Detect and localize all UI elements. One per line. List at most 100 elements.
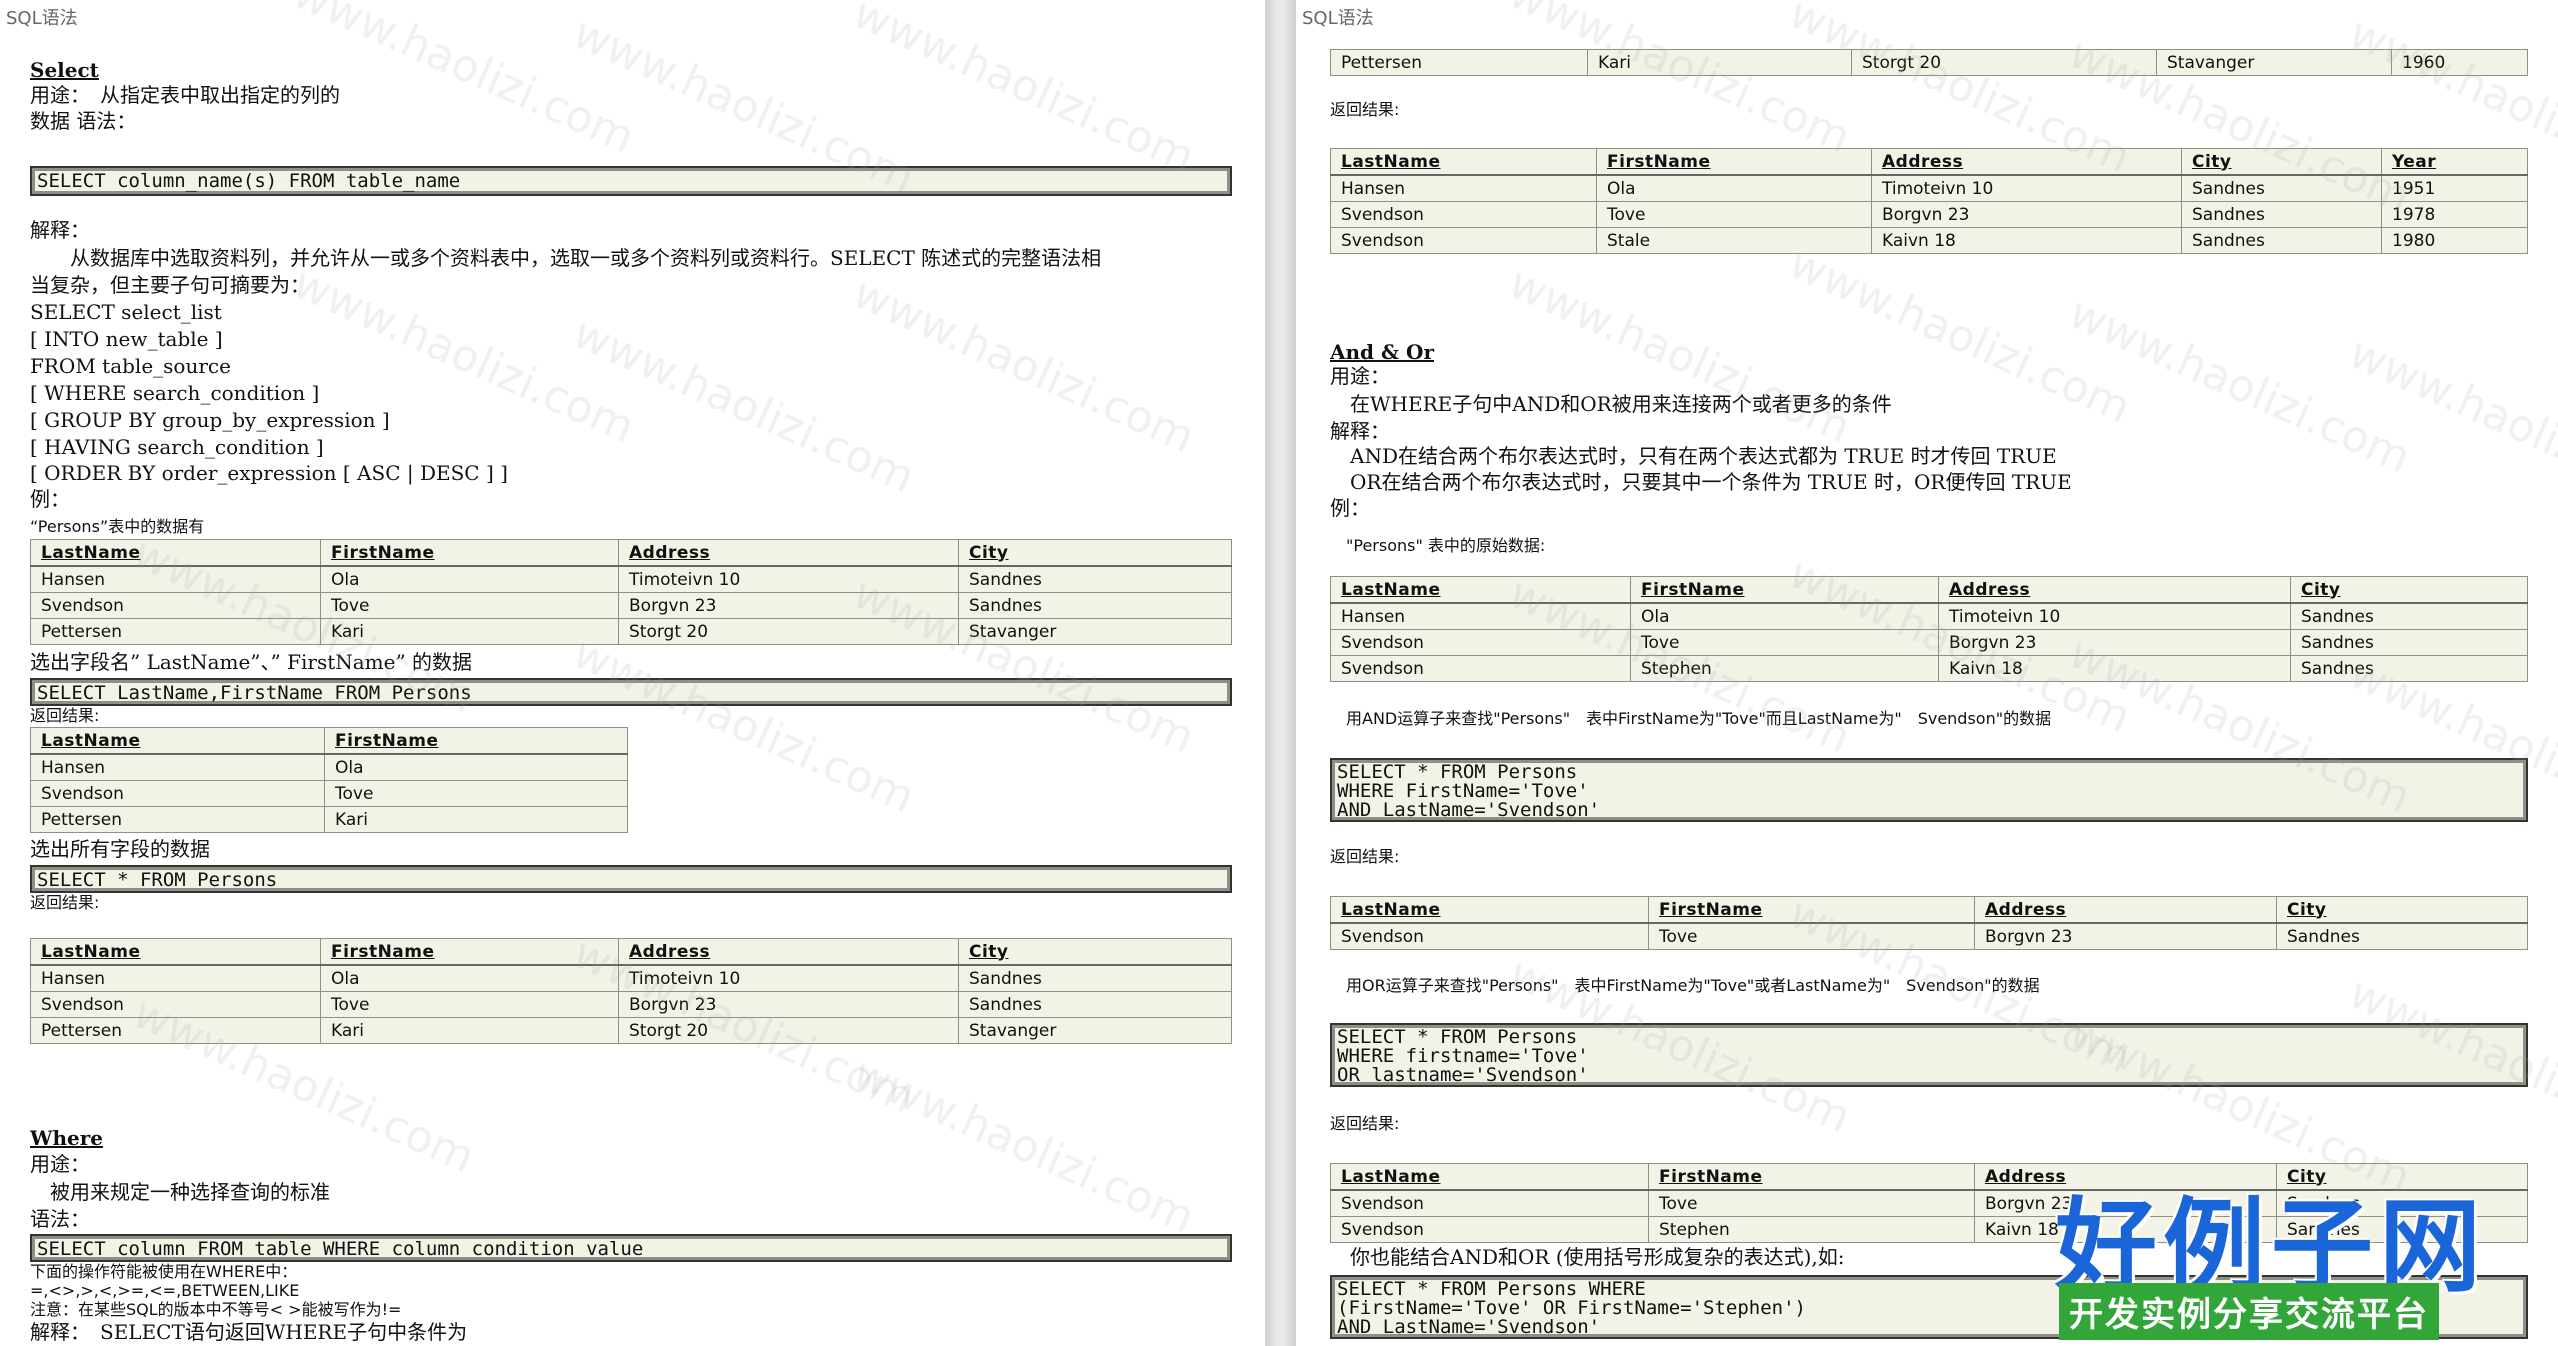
syntax-line: [ INTO new_table ] xyxy=(30,327,223,351)
column-header: Address xyxy=(1871,148,2182,176)
select-syntax-label: 数据 语法： xyxy=(30,109,137,133)
table-cell: Storgt 20 xyxy=(1851,49,2157,76)
column-header: City xyxy=(2181,148,2382,176)
table-header-row: LastName FirstName Address City xyxy=(30,539,1232,567)
column-header: LastName xyxy=(30,938,321,966)
and-or-explain-2: OR在结合两个布尔表达式时，只要其中一个条件为 TRUE 时，OR便传回 TRU… xyxy=(1330,470,2072,494)
right-document-page: SQL语法 Pettersen Kari Storgt 20 Stavanger… xyxy=(1296,0,2558,1346)
return-label: 返回结果: xyxy=(1330,100,1400,119)
code-select-all: SELECT * FROM Persons xyxy=(30,865,1232,893)
table-cell: Ola xyxy=(320,964,619,992)
return-label: 返回结果: xyxy=(30,706,100,725)
table-row: Hansen Ola Timoteivn 10 Sandnes 1951 xyxy=(1330,174,2528,202)
syntax-line: [ ORDER BY order_expression [ ASC | DESC… xyxy=(30,461,508,485)
and-result-table: LastName FirstName Address City Svendson… xyxy=(1330,896,2528,950)
table-header-row: LastName FirstName Address City Year xyxy=(1330,148,2528,176)
watermark: www.haolizi.com xyxy=(1501,0,1858,164)
table-row: Svendson Stale Kaivn 18 Sandnes 1980 xyxy=(1330,227,2528,254)
table-header-row: LastName FirstName Address City xyxy=(1330,576,2528,604)
syntax-line: SELECT select_list xyxy=(30,300,222,324)
table-row: Svendson Stephen Kaivn 18 Sandnes xyxy=(1330,655,2528,682)
where-usage-text: 被用来规定一种选择查询的标准 xyxy=(30,1180,330,1204)
table-cell: Stavanger xyxy=(958,1017,1232,1044)
where-syntax-label: 语法： xyxy=(30,1207,90,1231)
brand-watermark-logo: 好例子网 开发实例分享交流平台 xyxy=(2055,1165,2481,1346)
brand-subtitle: 开发实例分享交流平台 xyxy=(2059,1283,2439,1340)
table-cell: Tove xyxy=(1648,922,1975,950)
table-row: Svendson Tove Borgvn 23 Sandnes xyxy=(1330,922,2528,950)
watermark: www.haolizi.com xyxy=(2341,327,2558,524)
where-explain: 解释： SELECT语句返回WHERE子句中条件为 xyxy=(30,1320,468,1344)
table-cell: 1960 xyxy=(2391,49,2528,76)
where-usage-label: 用途： xyxy=(30,1152,90,1176)
watermark: www.haolizi.com xyxy=(845,0,1202,184)
table-cell: 1951 xyxy=(2381,174,2528,202)
table-cell: Sandnes xyxy=(2290,629,2528,656)
table-row: Pettersen Kari Storgt 20 Stavanger xyxy=(30,1017,1232,1044)
column-header: LastName xyxy=(1330,896,1649,924)
table-cell: Pettersen xyxy=(30,1017,321,1044)
table-cell: Kari xyxy=(324,806,628,833)
syntax-line: [ HAVING search_condition ] xyxy=(30,435,324,459)
select-fields-caption: 选出字段名” LastName”、” FirstName” 的数据 xyxy=(30,650,473,674)
table-row: Hansen Ola xyxy=(30,753,628,781)
table-cell: Svendson xyxy=(30,780,325,807)
column-header: LastName xyxy=(30,539,321,567)
table-cell: Kari xyxy=(320,618,619,645)
table-cell: Ola xyxy=(324,753,628,781)
table-cell: Stavanger xyxy=(958,618,1232,645)
table-cell: Storgt 20 xyxy=(618,1017,959,1044)
table-cell: Sandnes xyxy=(2181,201,2382,228)
column-header: Address xyxy=(618,539,959,567)
table-cell: Borgvn 23 xyxy=(1938,629,2291,656)
column-header: FirstName xyxy=(1596,148,1872,176)
table-cell: Svendson xyxy=(1330,655,1631,682)
and-or-usage-text: 在WHERE子句中AND和OR被用来连接两个或者更多的条件 xyxy=(1330,392,1892,416)
column-header: City xyxy=(958,539,1232,567)
syntax-line: [ GROUP BY group_by_expression ] xyxy=(30,408,390,432)
explain-line-2: 当复杂，但主要子句可摘要为： xyxy=(30,273,310,297)
combine-caption: 你也能结合AND和OR (使用括号形成复杂的表达式),如: xyxy=(1330,1245,1845,1269)
and-query-caption: 用AND运算子来查找"Persons" 表中FirstName为"Tove"而且… xyxy=(1330,709,2052,728)
table-cell: Borgvn 23 xyxy=(1871,201,2182,228)
top-continuation-table: Pettersen Kari Storgt 20 Stavanger 1960 xyxy=(1330,49,2528,76)
table-cell: Ola xyxy=(1630,602,1939,630)
table-cell: Kaivn 18 xyxy=(1938,655,2291,682)
table-cell: Tove xyxy=(1648,1189,1975,1217)
table-cell: Svendson xyxy=(1330,1189,1649,1217)
operators-line-2: =,<>,>,<,>=,<=,BETWEEN,LIKE xyxy=(30,1281,300,1300)
or-query-caption: 用OR运算子来查找"Persons" 表中FirstName为"Tove"或者L… xyxy=(1330,976,2040,995)
table-cell: 1978 xyxy=(2381,201,2528,228)
table-row: Svendson Tove Borgvn 23 Sandnes xyxy=(1330,629,2528,656)
code-and-query: SELECT * FROM Persons WHERE FirstName='T… xyxy=(1330,758,2528,822)
return-label: 返回结果: xyxy=(30,893,100,912)
table-row: Svendson Tove Borgvn 23 Sandnes 1978 xyxy=(1330,201,2528,228)
table-cell: Stephen xyxy=(1648,1216,1975,1243)
column-header: FirstName xyxy=(1648,1163,1975,1191)
table-cell: Svendson xyxy=(1330,227,1597,254)
table-cell: Pettersen xyxy=(30,806,325,833)
table-cell: Hansen xyxy=(1330,602,1631,630)
table-cell: Stavanger xyxy=(2156,49,2392,76)
persons-original-caption: "Persons" 表中的原始数据: xyxy=(1330,536,1546,555)
column-header: FirstName xyxy=(320,938,619,966)
table-cell: Borgvn 23 xyxy=(618,991,959,1018)
table-cell: Tove xyxy=(324,780,628,807)
all-fields-result-table: LastName FirstName Address City Hansen O… xyxy=(30,938,1232,1044)
table-cell: Sandnes xyxy=(2290,602,2528,630)
and-or-usage-label: 用途： xyxy=(1330,364,1390,388)
persons-original-table: LastName FirstName Address City Hansen O… xyxy=(1330,576,2528,682)
table-row: Hansen Ola Timoteivn 10 Sandnes xyxy=(30,565,1232,593)
table-cell: Tove xyxy=(1596,201,1872,228)
table-cell: Sandnes xyxy=(958,592,1232,619)
table-cell: Pettersen xyxy=(1330,49,1588,76)
table-cell: Sandnes xyxy=(2181,174,2382,202)
table-cell: Pettersen xyxy=(30,618,321,645)
table-cell: Svendson xyxy=(1330,629,1631,656)
watermark: www.haolizi.com xyxy=(845,267,1202,464)
select-usage: 用途： 从指定表中取出指定的列的 xyxy=(30,83,340,107)
table-cell: Sandnes xyxy=(2290,655,2528,682)
select-heading: Select xyxy=(30,58,99,82)
year-result-table: LastName FirstName Address City Year Han… xyxy=(1330,148,2528,254)
table-row: Hansen Ola Timoteivn 10 Sandnes xyxy=(30,964,1232,992)
